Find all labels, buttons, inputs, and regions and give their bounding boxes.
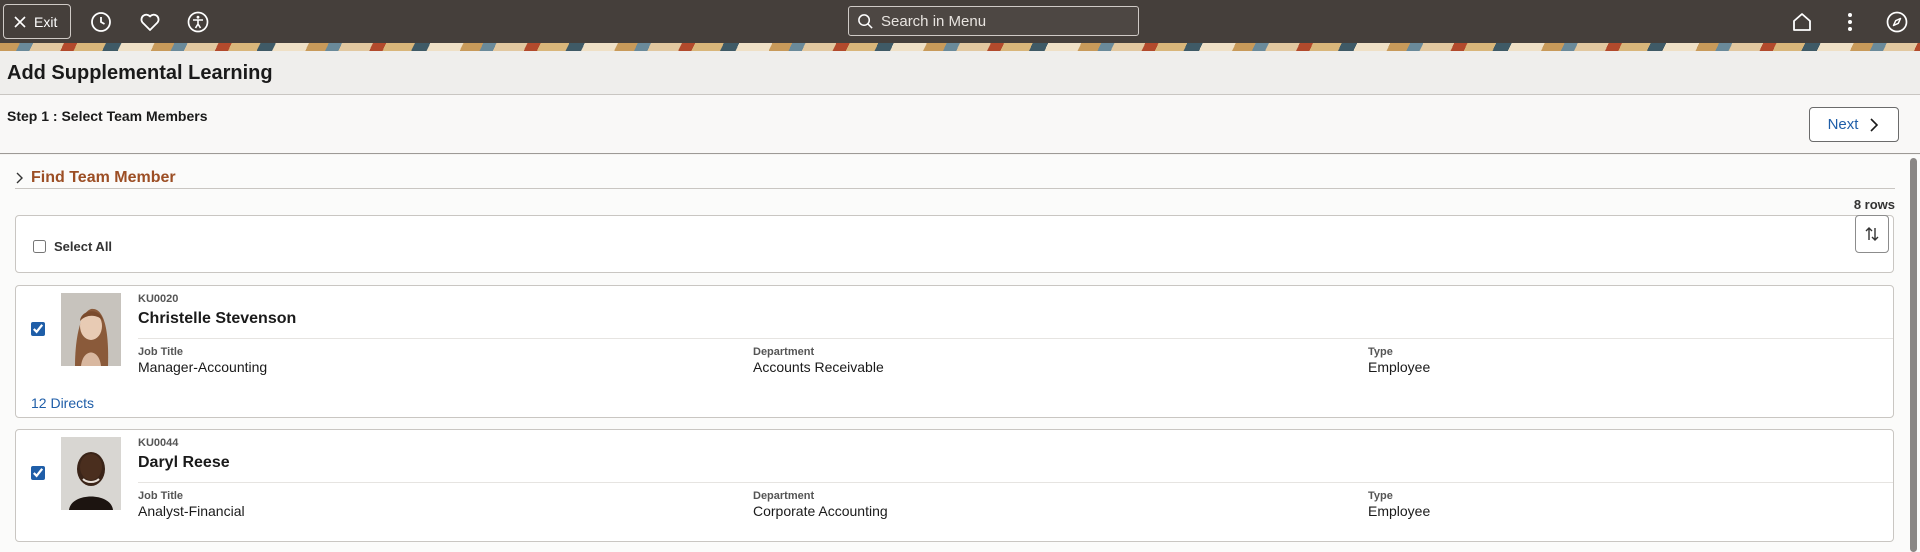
department-value: Accounts Receivable: [753, 359, 884, 375]
department-label: Department: [753, 490, 815, 502]
page-title: Add Supplemental Learning: [7, 62, 273, 84]
sort-button[interactable]: [1855, 215, 1889, 253]
home-icon[interactable]: [1789, 9, 1815, 35]
menu-search[interactable]: [848, 6, 1139, 36]
department-label: Department: [753, 346, 815, 358]
chevron-right-icon: [16, 172, 23, 183]
select-all-panel: Select All: [15, 215, 1894, 273]
search-icon: [858, 13, 873, 29]
select-all-checkbox[interactable]: [33, 240, 46, 253]
employee-id: KU0044: [138, 437, 179, 449]
sort-icon: [1865, 227, 1879, 241]
type-value: Employee: [1368, 503, 1431, 519]
title-bar: Add Supplemental Learning: [0, 51, 1920, 95]
step-bar: Step 1 : Select Team Members Next: [0, 95, 1920, 154]
chevron-right-icon: [1870, 117, 1879, 132]
employee-name: Daryl Reese: [138, 454, 230, 471]
employee-photo: [61, 293, 121, 366]
job-title-value: Analyst-Financial: [138, 503, 245, 519]
top-bar: Exit: [0, 0, 1920, 43]
history-icon[interactable]: [88, 9, 114, 35]
more-vertical-icon[interactable]: [1837, 9, 1863, 35]
scrollbar[interactable]: [1910, 158, 1917, 552]
job-title-label: Job Title: [138, 346, 184, 358]
directs-link[interactable]: 12 Directs: [31, 395, 94, 411]
employee-checkbox[interactable]: [31, 466, 45, 480]
compass-icon[interactable]: [1884, 9, 1910, 35]
employee-card: KU0044 Daryl Reese Job Title Analyst-Fin…: [15, 429, 1894, 542]
employee-photo: [61, 437, 121, 510]
heart-icon[interactable]: [137, 9, 163, 35]
header-banner: [0, 43, 1920, 51]
department-value: Corporate Accounting: [753, 503, 888, 519]
employee-id: KU0020: [138, 293, 179, 305]
card-divider: [138, 338, 1893, 339]
exit-button[interactable]: Exit: [3, 4, 71, 39]
job-title-value: Manager-Accounting: [138, 359, 268, 375]
exit-label: Exit: [34, 13, 58, 30]
employee-name: Christelle Stevenson: [138, 310, 297, 327]
accessibility-icon[interactable]: [185, 9, 211, 35]
employee-card: KU0020 Christelle Stevenson Job Title Ma…: [15, 285, 1894, 418]
find-team-member-toggle[interactable]: Find Team Member: [15, 167, 1895, 189]
job-title-label: Job Title: [138, 490, 184, 502]
employee-checkbox[interactable]: [31, 322, 45, 336]
type-value: Employee: [1368, 359, 1431, 375]
search-input[interactable]: [881, 12, 1121, 30]
type-label: Type: [1368, 346, 1393, 358]
rows-count: 8 rows: [1853, 197, 1895, 212]
select-all-label: Select All: [54, 239, 113, 254]
type-label: Type: [1368, 490, 1393, 502]
next-label: Next: [1827, 116, 1859, 133]
find-team-member-label: Find Team Member: [31, 168, 176, 186]
card-divider: [138, 482, 1893, 483]
close-icon: [14, 15, 26, 28]
step-label: Step 1 : Select Team Members: [7, 108, 208, 124]
next-button[interactable]: Next: [1809, 107, 1899, 142]
